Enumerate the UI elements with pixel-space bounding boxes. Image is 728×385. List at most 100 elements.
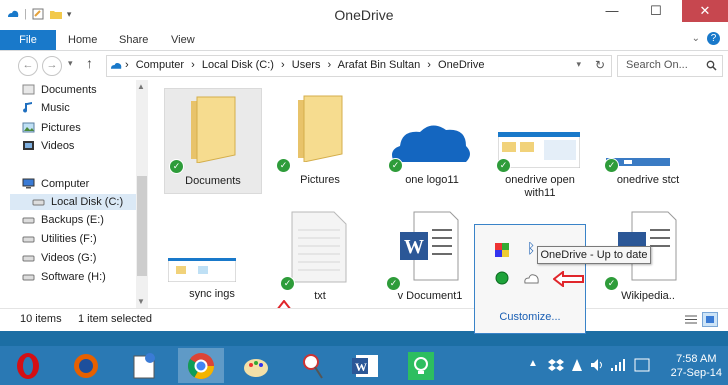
chrome-icon [187, 353, 215, 380]
file-label: Wikipedia.. [621, 290, 675, 302]
file-item-onedrive-open-with[interactable]: ✓ onedrive open with11 [492, 88, 588, 199]
nav-item-utilities[interactable]: Utilities (F:) [22, 231, 97, 247]
minimize-button[interactable]: — [598, 0, 626, 22]
nav-item-music[interactable]: Music [22, 100, 70, 116]
crumb-user[interactable]: Arafat Bin Sultan [338, 59, 421, 71]
taskbar: W ▲ 7:58 AM 27-Sep-14 [0, 346, 728, 385]
drive-icon [32, 199, 45, 206]
title-bar: | ▾ OneDrive — ☐ ✕ [0, 0, 728, 30]
large-icons-view-icon[interactable] [702, 312, 718, 327]
file-label: onedrive stct [616, 174, 680, 186]
expand-ribbon-icon[interactable]: ⌄ [692, 33, 700, 44]
up-button[interactable]: ↑ [86, 55, 93, 71]
green-circle-icon[interactable] [495, 271, 509, 285]
onedrive-tray-icon[interactable] [523, 271, 541, 285]
nav-item-computer[interactable]: Computer [22, 176, 89, 192]
crumb-computer[interactable]: Computer [136, 59, 184, 71]
text-file-icon [291, 211, 347, 283]
crumb-users[interactable]: Users [292, 59, 321, 71]
recent-locations-icon[interactable]: ▾ [68, 58, 73, 69]
forward-button[interactable]: → [42, 56, 62, 76]
file-item-txt[interactable]: ✓ txt [272, 204, 368, 304]
videos-icon [23, 141, 34, 150]
nav-item-videos[interactable]: Videos [22, 138, 74, 154]
breadcrumb-separator: › [327, 59, 332, 71]
file-item-pictures[interactable]: ✓ Pictures [272, 88, 368, 192]
details-view-icon[interactable] [684, 313, 698, 326]
search-box[interactable]: Search On... [617, 55, 723, 77]
sync-status-icon: ✓ [496, 158, 511, 173]
bluetooth-icon[interactable]: ᛒ [527, 240, 535, 256]
notes-app-icon[interactable] [124, 350, 164, 382]
nav-label: Documents [41, 84, 97, 96]
dropbox-icon[interactable] [548, 358, 564, 372]
back-button[interactable]: ← [18, 56, 38, 76]
selection-count: 1 item selected [78, 313, 152, 325]
nav-label: Videos (G:) [41, 252, 97, 264]
tab-share[interactable]: Share [119, 30, 148, 50]
scroll-down-icon[interactable]: ▼ [137, 297, 145, 306]
tab-view[interactable]: View [171, 30, 195, 50]
volume-icon[interactable] [590, 358, 604, 372]
nav-item-software[interactable]: Software (H:) [22, 269, 106, 285]
firefox-icon[interactable] [66, 350, 106, 382]
drive-icon [22, 274, 35, 281]
nav-item-documents[interactable]: Documents [22, 82, 97, 98]
maximize-button[interactable]: ☐ [642, 0, 670, 22]
word-icon[interactable]: W [346, 350, 386, 382]
tab-home[interactable]: Home [68, 30, 97, 50]
file-label: one logo11 [405, 174, 459, 186]
file-item-sync-ings[interactable]: sync ings [164, 204, 260, 304]
documents-icon [22, 84, 35, 95]
customize-link[interactable]: Customize... [475, 311, 585, 323]
address-row: ← → ▾ ↑ › Computer › Local Disk (C:) › U… [0, 52, 728, 78]
paint-icon[interactable] [236, 350, 276, 382]
clock[interactable]: 7:58 AM 27-Sep-14 [671, 352, 722, 380]
nav-item-videos-drive[interactable]: Videos (G:) [22, 250, 96, 266]
crumb-local-disk[interactable]: Local Disk (C:) [202, 59, 274, 71]
file-item-v-document[interactable]: W ✓ v Document1 [382, 204, 478, 304]
action-center-icon[interactable] [570, 358, 584, 372]
breadcrumb: › Computer › Local Disk (C:) › Users › A… [125, 59, 489, 71]
help-icon[interactable]: ? [707, 32, 720, 45]
nav-scrollbar[interactable]: ▲ ▼ [136, 80, 148, 308]
sync-status-icon: ✓ [386, 276, 401, 291]
nav-label: Computer [41, 178, 90, 190]
nav-item-backups[interactable]: Backups (E:) [22, 212, 104, 228]
file-item-onedrive-stct[interactable]: ✓ onedrive stct [600, 88, 696, 192]
scroll-up-icon[interactable]: ▲ [137, 82, 145, 91]
language-icon[interactable] [634, 358, 650, 372]
show-hidden-icons[interactable]: ▲ [528, 358, 538, 369]
refresh-icon[interactable]: ↻ [595, 58, 605, 72]
opera-icon[interactable] [8, 350, 48, 382]
tab-file[interactable]: File [0, 30, 56, 50]
evernote-icon[interactable] [400, 350, 440, 382]
drive-icon [22, 217, 35, 224]
annotation-left-arrow [553, 271, 584, 287]
scrollbar-thumb[interactable] [137, 176, 147, 276]
app-icon[interactable] [495, 243, 509, 257]
nav-label: Local Disk (C:) [51, 196, 124, 208]
search-icon [706, 60, 717, 71]
drive-icon [22, 236, 35, 243]
word-document-icon: W [400, 211, 459, 281]
close-button[interactable]: ✕ [682, 0, 728, 22]
svg-text:W: W [404, 236, 424, 258]
nav-item-local-disk[interactable]: Local Disk (C:) [10, 194, 136, 210]
address-bar[interactable]: › Computer › Local Disk (C:) › Users › A… [106, 55, 612, 77]
search-placeholder: Search On... [626, 59, 688, 71]
crumb-onedrive[interactable]: OneDrive [438, 59, 484, 71]
nav-item-pictures[interactable]: Pictures [22, 120, 81, 136]
nav-label: Software (H:) [41, 271, 106, 283]
nav-label: Music [41, 102, 70, 114]
file-label: v Document1 [397, 290, 463, 302]
clock-date: 27-Sep-14 [670, 367, 722, 379]
nav-label: Pictures [41, 122, 81, 134]
onedrive-icon [110, 62, 122, 69]
network-icon[interactable] [610, 358, 626, 372]
file-item-one-logo[interactable]: ✓ one logo11 [384, 88, 480, 192]
address-dropdown-icon[interactable]: ▾ [576, 59, 581, 70]
snipping-tool-icon[interactable] [294, 350, 334, 382]
file-item-documents[interactable]: ✓ Documents [164, 88, 262, 194]
taskbar-active-item[interactable] [178, 348, 224, 383]
